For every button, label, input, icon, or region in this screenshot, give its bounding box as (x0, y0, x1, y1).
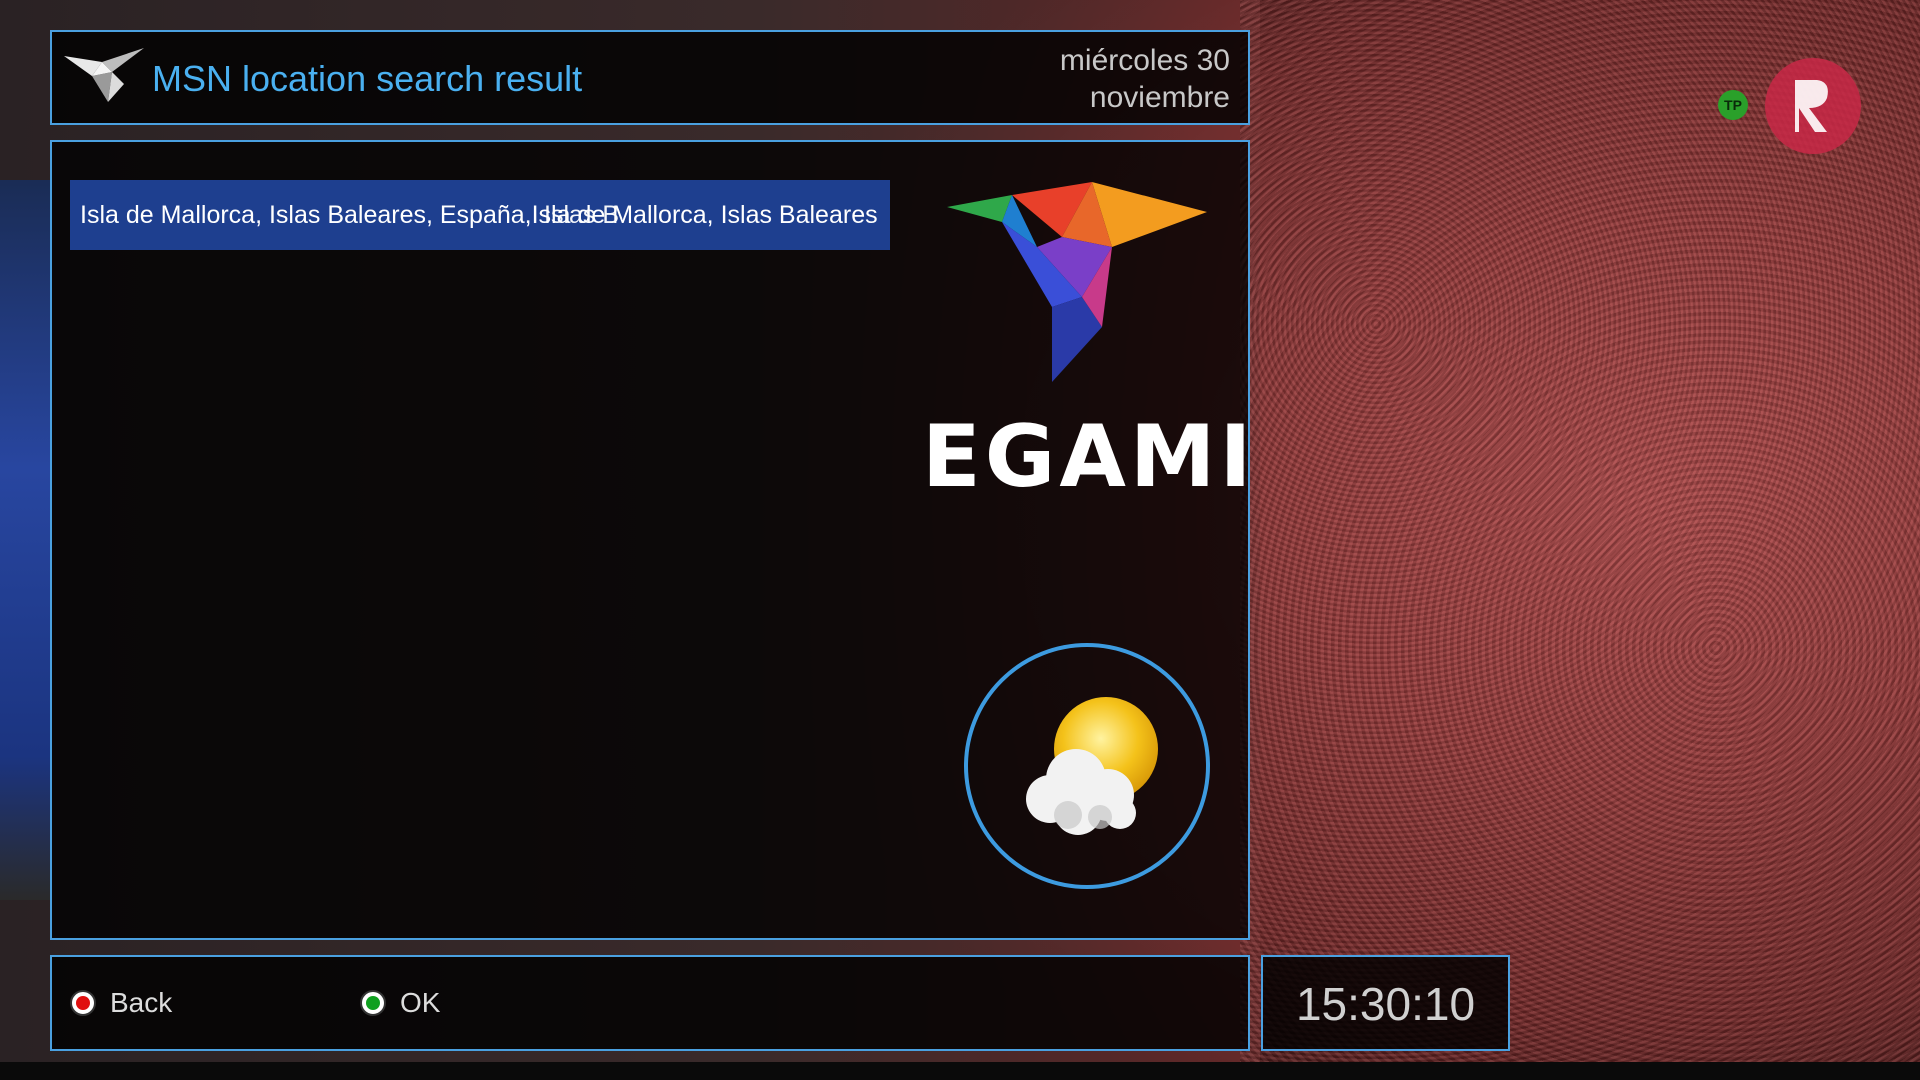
screen: TP MSN location search result miércoles … (0, 0, 1920, 1080)
partly-cloudy-icon (1008, 687, 1168, 847)
list-item-overlap-label: Islas B (544, 201, 620, 229)
channel-logo-glyph-icon (1795, 80, 1828, 132)
ok-button[interactable]: OK (360, 987, 440, 1019)
clock-time: 15:30:10 (1295, 978, 1476, 1030)
green-button-icon (360, 990, 386, 1016)
background-wall (1240, 0, 1920, 1080)
back-button[interactable]: Back (70, 987, 172, 1019)
date-display: miércoles 30 noviembre (1060, 42, 1230, 116)
date-weekday: miércoles 30 (1059, 44, 1230, 77)
list-item-selected[interactable]: Isla de Mallorca, Islas Baleares, España… (70, 180, 890, 250)
brand-bird-icon (942, 177, 1212, 387)
background-blue-object (0, 180, 50, 900)
clock-panel: 15:30:10 (1261, 955, 1510, 1051)
ok-button-label: OK (400, 987, 441, 1018)
channel-badge: TP (1718, 90, 1748, 120)
origami-bird-icon (62, 44, 146, 114)
red-button-icon (70, 990, 96, 1016)
back-button-label: Back (110, 987, 173, 1018)
weather-circle (964, 643, 1210, 889)
date-month: noviembre (1089, 81, 1230, 114)
list-item-label: Isla de Mallorca, Islas Baleares, España… (80, 201, 878, 229)
channel-logo-icon (1765, 58, 1861, 154)
background-bottom-edge (0, 1062, 1920, 1080)
footer-panel: Back OK (50, 955, 1250, 1051)
header-panel: MSN location search result miércoles 30 … (50, 30, 1250, 125)
page-title: MSN location search result (152, 58, 583, 99)
brand-name: EGAMI (922, 407, 1256, 507)
main-panel: Isla de Mallorca, Islas Baleares, España… (50, 140, 1251, 940)
